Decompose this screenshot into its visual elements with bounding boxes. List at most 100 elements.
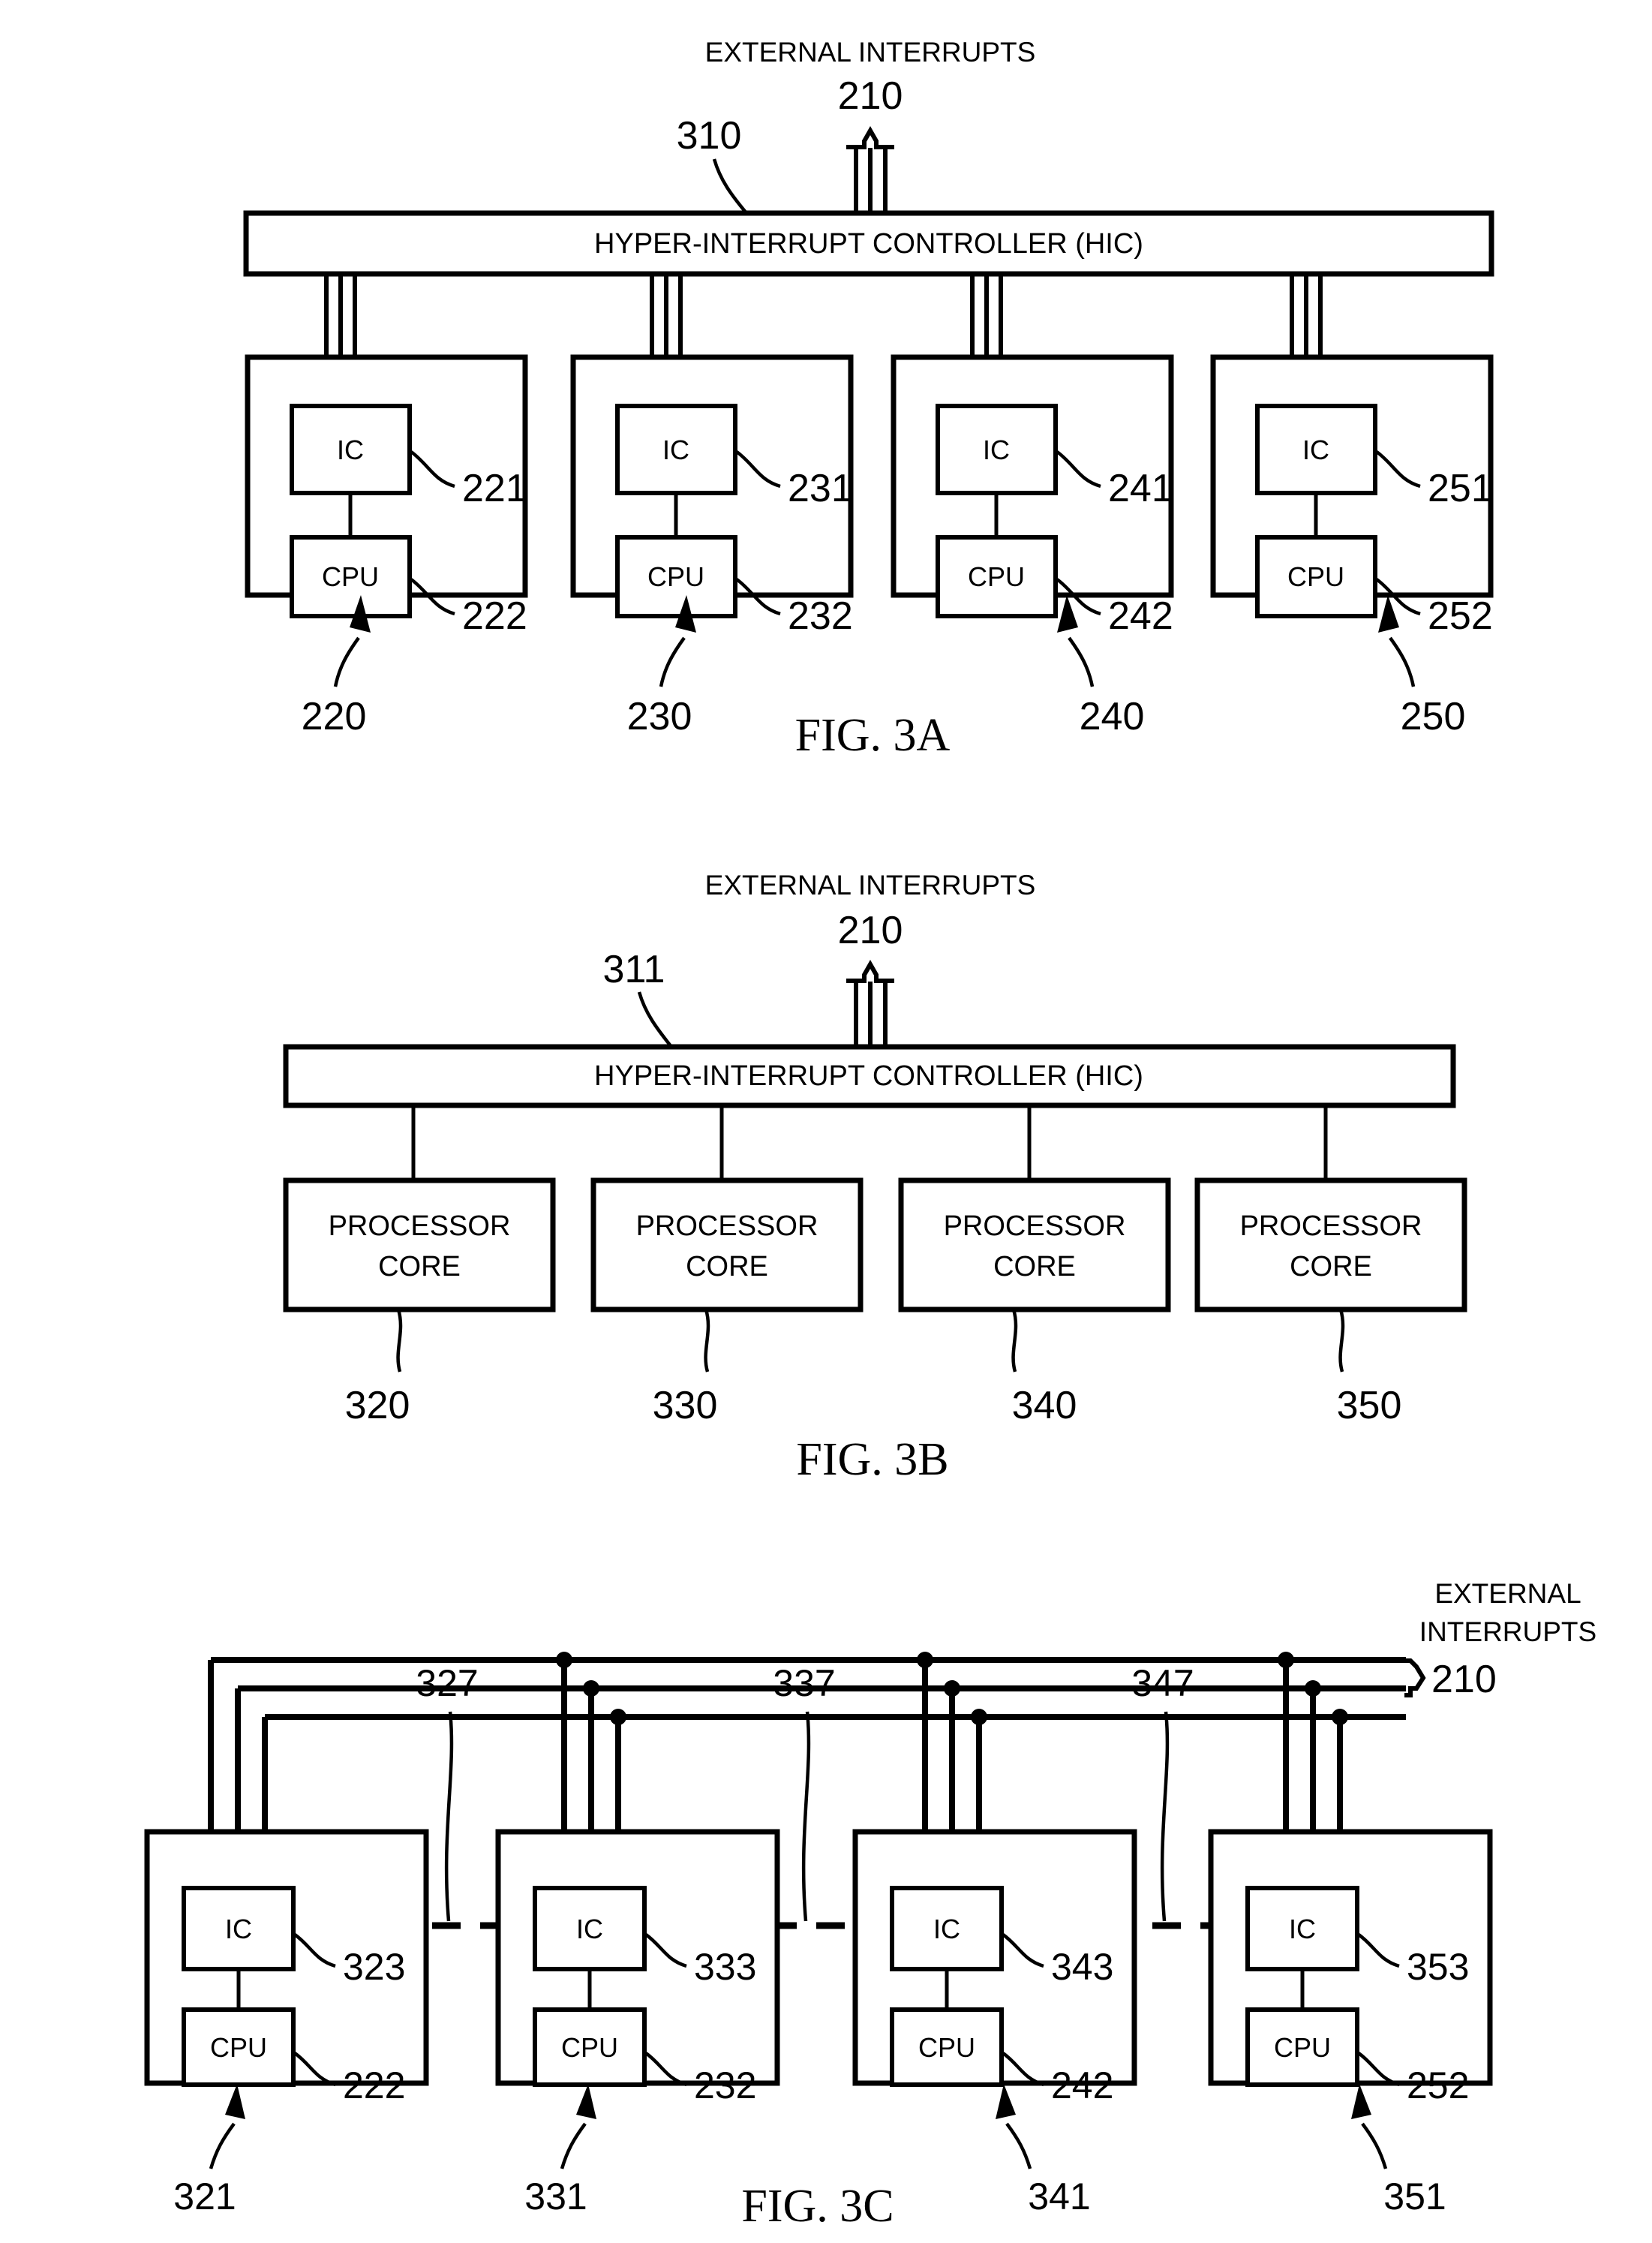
fig3c-core-2-ref-arrowhead bbox=[576, 2084, 596, 2119]
fig3b-core-2-label-line1: PROCESSOR bbox=[636, 1210, 818, 1242]
fig3a-external-interrupts-ref: 210 bbox=[838, 74, 903, 118]
fig3a-external-interrupt-wires bbox=[854, 148, 888, 213]
fig3a-caption: FIG. 3A bbox=[795, 710, 951, 761]
fig3a-core-3-cpu-label: CPU bbox=[968, 561, 1025, 592]
fig3b-external-interrupt-wires bbox=[854, 982, 888, 1047]
figure-3a: EXTERNAL INTERRUPTS 210 310 HYPER-INTERR… bbox=[243, 37, 1494, 761]
fig3a-core-3: IC CPU 241 242 240 bbox=[891, 274, 1174, 738]
fig3a-core-2-ic-ref: 231 bbox=[788, 467, 853, 510]
fig3c-external-interrupts-label-line2: INTERRUPTS bbox=[1419, 1616, 1596, 1647]
fig3c-core-4-ref-arrowhead bbox=[1351, 2084, 1371, 2119]
fig3c-core-2-ic-label: IC bbox=[576, 1914, 603, 1944]
fig3b-core-1-ref-leader bbox=[396, 1309, 403, 1373]
fig3a-hic-leader-line bbox=[712, 158, 748, 215]
fig3c-link-ref-337-leader bbox=[801, 1711, 811, 1922]
fig3a-core-1: IC CPU 221 222 220 bbox=[245, 274, 528, 738]
fig3a-core-4-ref-arrowhead bbox=[1378, 595, 1399, 633]
fig3c-core-1-ic-label: IC bbox=[225, 1914, 252, 1944]
fig3c-core-1-ref-leader bbox=[209, 2122, 236, 2169]
fig3c-junction-dot bbox=[971, 1709, 987, 1725]
fig3a-core-1-cpu-ref: 222 bbox=[462, 594, 527, 638]
fig3c-bus-bracket-icon bbox=[1404, 1658, 1426, 1697]
fig3a-core-1-cpu-label: CPU bbox=[322, 561, 379, 592]
fig3c-core-3-cpu-label: CPU bbox=[918, 2032, 975, 2063]
fig3b-core-1: PROCESSOR CORE 320 bbox=[283, 1105, 556, 1427]
fig3a-core-1-ic-ref: 221 bbox=[462, 467, 527, 510]
fig3b-core-1-box bbox=[283, 1177, 556, 1312]
fig3b-core-2-ref-leader bbox=[704, 1309, 710, 1373]
fig3c-core-4-ref: 351 bbox=[1383, 2175, 1446, 2217]
fig3b-core-2-label-line2: CORE bbox=[686, 1251, 768, 1282]
fig3c-external-interrupts-ref: 210 bbox=[1431, 1658, 1497, 1701]
fig3a-core-1-ic-label: IC bbox=[337, 434, 364, 465]
fig3c-link-ref-337-label: 337 bbox=[773, 1662, 835, 1704]
fig3c-external-interrupts-label-line1: EXTERNAL bbox=[1434, 1578, 1581, 1609]
fig3b-core-3: PROCESSOR CORE 340 bbox=[898, 1105, 1171, 1427]
fig3b-core-2-box bbox=[590, 1177, 864, 1312]
fig3a-core-4-ic-ref: 251 bbox=[1428, 467, 1493, 510]
fig3a-core-2-ref-leader bbox=[659, 636, 686, 687]
fig3c-junction-dot bbox=[583, 1680, 599, 1697]
fig3a-core-4-ref: 250 bbox=[1401, 695, 1466, 738]
fig3c-link-ref-347: 347 bbox=[1131, 1662, 1194, 1922]
fig3c-core-2-cpu-label: CPU bbox=[561, 2032, 618, 2063]
fig3a-core-2-cpu-ref: 232 bbox=[788, 594, 853, 638]
fig3c-link-ref-337: 337 bbox=[773, 1662, 836, 1922]
fig3b-core-4-box bbox=[1194, 1177, 1467, 1312]
fig3a-core-2-cpu-label: CPU bbox=[647, 561, 704, 592]
fig3b-hic-label: HYPER-INTERRUPT CONTROLLER (HIC) bbox=[594, 1060, 1143, 1092]
fig3b-core-3-label-line2: CORE bbox=[993, 1251, 1076, 1282]
fig3b-core-2: PROCESSOR CORE 330 bbox=[590, 1105, 864, 1427]
fig3c-core-1-cpu-ref: 222 bbox=[343, 2064, 405, 2106]
figure-canvas: EXTERNAL INTERRUPTS 210 310 HYPER-INTERR… bbox=[144, 37, 1596, 2232]
fig3a-core-3-ic-label: IC bbox=[983, 434, 1010, 465]
fig3c-core-1-ref: 321 bbox=[173, 2175, 236, 2217]
fig3c-link-ref-327-label: 327 bbox=[416, 1662, 478, 1704]
fig3c-core-1-ref-arrowhead bbox=[225, 2084, 245, 2119]
fig3b-core-4-ref: 350 bbox=[1337, 1384, 1402, 1427]
fig3a-core-4-ic-label: IC bbox=[1302, 434, 1329, 465]
fig3a-hic-label: HYPER-INTERRUPT CONTROLLER (HIC) bbox=[594, 228, 1143, 260]
fig3c-link-ref-347-leader bbox=[1160, 1711, 1170, 1922]
fig3c-core-1-ic-ref: 323 bbox=[343, 1946, 405, 1988]
fig3c-core-3-ref-leader bbox=[1005, 2122, 1032, 2169]
fig3b-external-interrupts-ref: 210 bbox=[838, 909, 903, 952]
fig3a-hic-ref: 310 bbox=[677, 114, 742, 158]
fig3a-core-3-ref-leader bbox=[1068, 636, 1095, 687]
fig3a-core-3-cpu-ref: 242 bbox=[1108, 594, 1173, 638]
fig3c-core-1-cpu-label: CPU bbox=[210, 2032, 267, 2063]
fig3c-junction-dot bbox=[610, 1709, 626, 1725]
fig3b-core-3-box bbox=[898, 1177, 1171, 1312]
fig3c-core-3-ic-label: IC bbox=[933, 1914, 960, 1944]
fig3b-core-2-ref: 330 bbox=[653, 1384, 718, 1427]
fig3a-core-3-ic-ref: 241 bbox=[1108, 467, 1173, 510]
fig3a-core-2-ic-label: IC bbox=[662, 434, 689, 465]
fig3b-bus-bracket-icon bbox=[846, 959, 894, 983]
fig3b-core-3-ref-leader bbox=[1011, 1309, 1018, 1373]
fig3a-core-2-ref: 230 bbox=[627, 695, 692, 738]
fig3b-core-3-ref: 340 bbox=[1012, 1384, 1077, 1427]
fig3b-core-3-label-line1: PROCESSOR bbox=[944, 1210, 1126, 1242]
fig3a-bus-bracket-icon bbox=[846, 125, 894, 149]
fig3b-core-1-label-line2: CORE bbox=[378, 1251, 461, 1282]
fig3c-caption: FIG. 3C bbox=[741, 2181, 894, 2232]
figure-3b: EXTERNAL INTERRUPTS 210 311 HYPER-INTERR… bbox=[283, 870, 1467, 1485]
fig3c-core-4-ic-label: IC bbox=[1289, 1914, 1316, 1944]
fig3c-core-4-ref-leader bbox=[1361, 2122, 1388, 2169]
fig3c-core-3-ref-arrowhead bbox=[996, 2084, 1016, 2119]
fig3b-caption: FIG. 3B bbox=[796, 1434, 948, 1485]
fig3c-core-4-cpu-ref: 252 bbox=[1407, 2064, 1469, 2106]
fig3b-core-1-ref: 320 bbox=[345, 1384, 410, 1427]
fig3c-junction-dot bbox=[556, 1652, 572, 1668]
fig3a-core-1-ref-leader bbox=[333, 636, 360, 687]
fig3a-external-interrupts-label: EXTERNAL INTERRUPTS bbox=[705, 37, 1036, 68]
fig3a-core-4-ref-leader bbox=[1389, 636, 1416, 687]
fig3c-core-2-ref: 331 bbox=[524, 2175, 587, 2217]
fig3b-external-interrupts-label: EXTERNAL INTERRUPTS bbox=[705, 870, 1036, 901]
fig3a-core-3-ref-arrowhead bbox=[1057, 595, 1078, 633]
fig3c-junction-dot bbox=[944, 1680, 960, 1697]
fig3b-core-1-label-line1: PROCESSOR bbox=[329, 1210, 511, 1242]
fig3c-link-ref-347-label: 347 bbox=[1131, 1662, 1194, 1704]
fig3c-core-3-ic-ref: 343 bbox=[1051, 1946, 1113, 1988]
fig3b-hic-leader-line bbox=[637, 991, 673, 1048]
